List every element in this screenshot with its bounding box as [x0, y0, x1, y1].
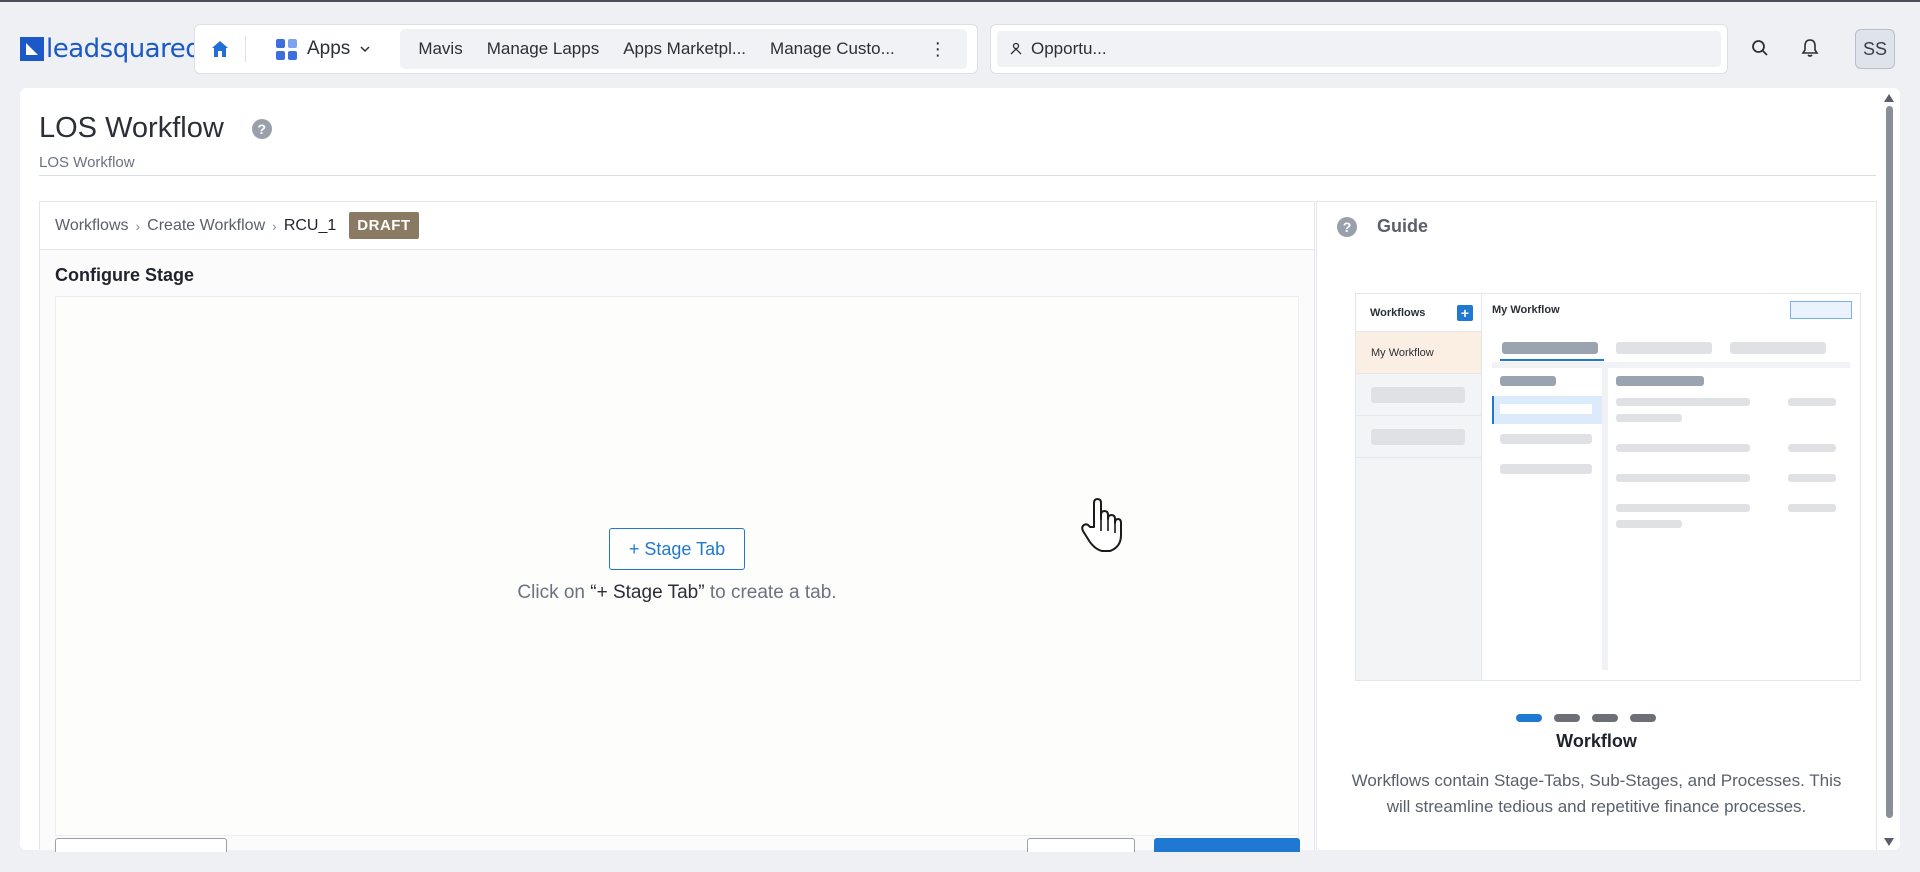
- illustration-sidebar-title: Workflows: [1370, 306, 1426, 319]
- section-title: Configure Stage: [55, 265, 195, 285]
- breadcrumb: Workflows › Create Workflow › RCU_1 DRAF…: [40, 202, 1314, 250]
- nav-link-manage-custom[interactable]: Manage Custo...: [758, 39, 907, 59]
- illustration-placeholder-row: [1356, 416, 1481, 458]
- logo-text: leadsquared: [46, 34, 202, 64]
- pinned-links: Mavis Manage Lapps Apps Marketpl... Mana…: [400, 29, 967, 69]
- search-icon[interactable]: [1748, 36, 1772, 60]
- nav-link-mavis[interactable]: Mavis: [406, 39, 474, 59]
- hint-suffix: to create a tab.: [704, 582, 837, 603]
- logo-mark-icon: [20, 37, 44, 61]
- illustration-content-title: My Workflow: [1492, 304, 1560, 316]
- leadsquared-logo[interactable]: leadsquared: [20, 34, 202, 64]
- header-divider: [39, 175, 1876, 176]
- scroll-thumb[interactable]: [1886, 106, 1893, 818]
- nav-link-apps-marketplace[interactable]: Apps Marketpl...: [611, 39, 758, 59]
- breadcrumb-workflows[interactable]: Workflows: [55, 217, 129, 235]
- guide-title: Guide: [1377, 216, 1429, 236]
- search-input[interactable]: Opportu...: [997, 31, 1721, 67]
- search-value: Opportu...: [1031, 39, 1107, 58]
- hand-cursor-icon: [1081, 498, 1122, 552]
- illustration-list: [1492, 368, 1602, 670]
- guide-panel: ? Guide Workflows + My Workflow My Workf…: [1316, 201, 1877, 850]
- notification-bell-icon[interactable]: [1798, 36, 1822, 60]
- illustration-sidebar-header: Workflows +: [1356, 294, 1481, 332]
- add-stage-tab-button[interactable]: + Stage Tab: [609, 528, 745, 570]
- guide-slide-title: Workflow: [1556, 731, 1637, 751]
- illustration-tab-strip: [1492, 332, 1850, 362]
- page-title-text: LOS Workflow: [39, 112, 224, 144]
- page-scrollbar[interactable]: [1882, 92, 1896, 848]
- stage-tab-area: + Stage Tab Click on “+ Stage Tab” to cr…: [55, 296, 1299, 836]
- home-button[interactable]: [195, 25, 245, 73]
- guide-slide-description: Workflows contain Stage-Tabs, Sub-Stages…: [1337, 768, 1856, 820]
- main-nav: Apps Mavis Manage Lapps Apps Marketpl...…: [194, 24, 978, 74]
- hint-prefix: Click on: [517, 582, 591, 603]
- illustration-detail: [1608, 368, 1850, 670]
- guide-illustration: Workflows + My Workflow My Workflow: [1355, 293, 1861, 681]
- page-title: LOS Workflow ?: [39, 112, 272, 145]
- breadcrumb-create-workflow[interactable]: Create Workflow: [147, 217, 265, 235]
- page-subtitle: LOS Workflow: [39, 154, 135, 171]
- home-icon: [212, 41, 228, 57]
- more-menu-icon[interactable]: ⋮: [907, 39, 961, 60]
- guide-slide-text-2: will streamline tedious and repetitive f…: [1386, 797, 1807, 816]
- guide-help-icon: ?: [1337, 216, 1357, 237]
- opportunity-icon: [1010, 42, 1022, 55]
- primary-action-button[interactable]: [1154, 838, 1300, 852]
- help-icon[interactable]: ?: [251, 118, 272, 139]
- hint-quote: “+ Stage Tab”: [590, 582, 705, 603]
- scroll-down-icon[interactable]: [1884, 838, 1894, 846]
- back-button[interactable]: [55, 838, 227, 852]
- guide-slide-text-1: Workflows contain Stage-Tabs, Sub-Stages…: [1351, 771, 1842, 790]
- chevron-right-icon: ›: [272, 217, 277, 234]
- secondary-action-button[interactable]: [1027, 838, 1135, 852]
- chevron-right-icon: ›: [135, 217, 141, 234]
- illustration-content: My Workflow: [1482, 294, 1860, 680]
- illustration-button: [1790, 301, 1852, 319]
- illustration-sidebar-item: My Workflow: [1356, 332, 1481, 374]
- carousel-dots: [1516, 714, 1656, 722]
- carousel-dot-1[interactable]: [1516, 714, 1542, 722]
- carousel-dot-4[interactable]: [1630, 714, 1656, 722]
- apps-menu-button[interactable]: Apps: [246, 25, 396, 73]
- carousel-dot-2[interactable]: [1554, 714, 1580, 722]
- illustration-sidebar: Workflows + My Workflow: [1356, 294, 1482, 680]
- plus-icon: +: [1457, 304, 1473, 321]
- illustration-inner: [1492, 332, 1850, 670]
- breadcrumb-current: RCU_1: [283, 216, 337, 234]
- apps-grid-icon: [276, 38, 297, 60]
- illustration-placeholder-row: [1356, 374, 1481, 416]
- global-search[interactable]: Opportu...: [990, 24, 1728, 74]
- guide-header: ? Guide: [1337, 216, 1428, 237]
- scroll-up-icon[interactable]: [1884, 94, 1894, 102]
- status-badge: DRAFT: [349, 212, 419, 239]
- chevron-down-icon: [360, 46, 370, 53]
- empty-state-hint: Click on “+ Stage Tab” to create a tab.: [56, 582, 1298, 604]
- user-avatar[interactable]: SS: [1855, 29, 1895, 69]
- nav-link-manage-lapps[interactable]: Manage Lapps: [475, 39, 611, 59]
- main-content: LOS Workflow ? LOS Workflow Workflows › …: [20, 88, 1900, 852]
- carousel-dot-3[interactable]: [1592, 714, 1618, 722]
- apps-label: Apps: [307, 38, 351, 59]
- top-bar: leadsquared Apps Mavis Manage Lapps Apps…: [0, 0, 1920, 88]
